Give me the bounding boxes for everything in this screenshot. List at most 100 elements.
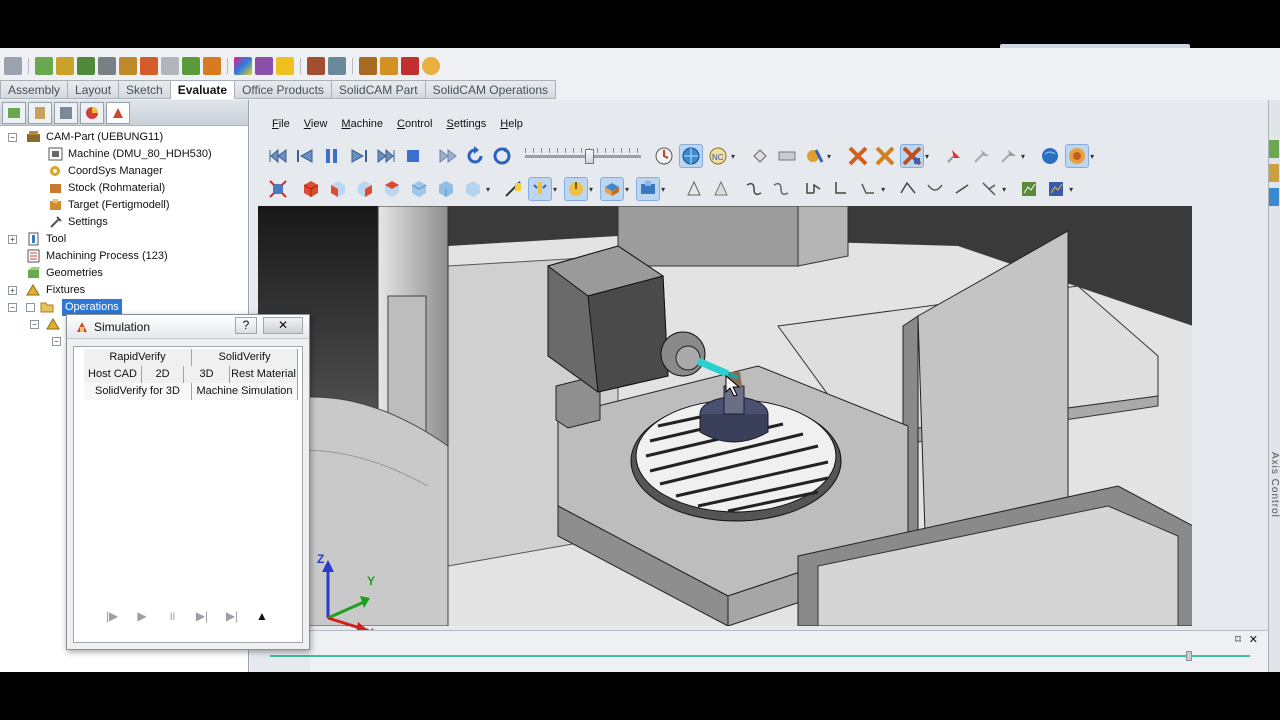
tab-solidcam-part[interactable]: SolidCAM Part bbox=[331, 80, 426, 99]
cone-alt-icon[interactable] bbox=[709, 177, 733, 201]
menu-control[interactable]: Control bbox=[397, 118, 432, 130]
wire-c-icon[interactable] bbox=[977, 177, 1001, 201]
progress-knob[interactable] bbox=[1186, 651, 1192, 661]
tab-rapidverify[interactable]: RapidVerify bbox=[84, 349, 192, 366]
collapse-toggle[interactable]: − bbox=[8, 133, 17, 142]
flag-icon[interactable] bbox=[969, 144, 993, 168]
collapse-toggle[interactable]: − bbox=[52, 337, 61, 346]
measure-chart-icon[interactable] bbox=[1017, 177, 1041, 201]
tab-office-products[interactable]: Office Products bbox=[235, 80, 332, 99]
earth-icon[interactable] bbox=[1038, 144, 1062, 168]
tools-icon[interactable] bbox=[802, 144, 826, 168]
view-bottom-icon[interactable] bbox=[461, 177, 485, 201]
tree-item-stock[interactable]: Stock (Rohmaterial) bbox=[0, 180, 248, 197]
menu-help[interactable]: Help bbox=[500, 118, 523, 130]
appearance-tab[interactable] bbox=[80, 101, 104, 124]
tree-item-machine[interactable]: Machine (DMU_80_HDH530) bbox=[0, 146, 248, 163]
options-icon[interactable] bbox=[4, 57, 22, 75]
clock-icon[interactable] bbox=[652, 144, 676, 168]
configuration-manager-tab[interactable] bbox=[54, 101, 78, 124]
globe-icon[interactable] bbox=[679, 144, 703, 168]
nc-icon[interactable]: NC bbox=[706, 144, 730, 168]
tab-rest-material[interactable]: Rest Material bbox=[230, 366, 298, 383]
axes-view-icon[interactable] bbox=[266, 177, 290, 201]
step-back-icon[interactable]: |▶ bbox=[104, 609, 120, 623]
pause-icon[interactable]: ॥ bbox=[164, 607, 180, 624]
costing-icon[interactable] bbox=[422, 57, 440, 75]
wire-alt-icon[interactable] bbox=[923, 177, 947, 201]
stock-display-icon[interactable] bbox=[600, 177, 625, 201]
solidcam-manager-tab[interactable] bbox=[106, 101, 130, 124]
collision-check-icon[interactable] bbox=[873, 144, 897, 168]
menu-machine[interactable]: Machine bbox=[341, 118, 383, 130]
collapse-toggle[interactable]: − bbox=[8, 303, 17, 312]
step-forward-icon[interactable]: ▶| bbox=[194, 609, 210, 623]
report-icon[interactable] bbox=[1044, 177, 1068, 201]
checkbox[interactable] bbox=[26, 303, 35, 312]
end-icon[interactable]: ▶| bbox=[224, 609, 240, 623]
holder-shape-icon[interactable] bbox=[802, 177, 826, 201]
view-front-icon[interactable] bbox=[326, 177, 350, 201]
speed-slider[interactable] bbox=[525, 145, 641, 167]
view-top-icon[interactable] bbox=[353, 177, 377, 201]
fast-forward-end-icon[interactable] bbox=[374, 144, 398, 168]
task-pane-icon[interactable] bbox=[1269, 188, 1279, 206]
menu-settings[interactable]: Settings bbox=[446, 118, 486, 130]
tab-solidverify[interactable]: SolidVerify bbox=[192, 349, 298, 366]
stop-icon[interactable] bbox=[401, 144, 425, 168]
section-icon[interactable] bbox=[140, 57, 158, 75]
cone-icon[interactable] bbox=[682, 177, 706, 201]
close-icon[interactable]: ✕ bbox=[1249, 633, 1258, 646]
pause-icon[interactable] bbox=[320, 144, 344, 168]
step-forward-icon[interactable] bbox=[347, 144, 371, 168]
tab-evaluate[interactable]: Evaluate bbox=[170, 80, 236, 99]
tree-item-fixtures[interactable]: + Fixtures bbox=[0, 282, 248, 299]
tab-solidverify-3d[interactable]: SolidVerify for 3D bbox=[84, 383, 192, 400]
wire-b-icon[interactable] bbox=[950, 177, 974, 201]
eject-icon[interactable]: ▲ bbox=[254, 609, 270, 623]
help-button[interactable]: ? bbox=[235, 317, 257, 334]
tab-layout[interactable]: Layout bbox=[68, 80, 120, 99]
tree-item-cam-part[interactable]: − CAM-Part (UEBUNG11) bbox=[0, 129, 248, 146]
3d-viewport[interactable] bbox=[258, 206, 1192, 626]
interference-icon[interactable] bbox=[182, 57, 200, 75]
tree-item-geometries[interactable]: Geometries bbox=[0, 265, 248, 282]
tab-3d[interactable]: 3D bbox=[184, 366, 230, 383]
view-right-icon[interactable] bbox=[380, 177, 404, 201]
tab-2d[interactable]: 2D bbox=[142, 366, 184, 383]
curve-alt-icon[interactable] bbox=[769, 177, 793, 201]
grid-icon[interactable] bbox=[775, 144, 799, 168]
expand-toggle[interactable]: + bbox=[8, 286, 17, 295]
thickness-icon[interactable] bbox=[380, 57, 398, 75]
mate-icon[interactable] bbox=[56, 57, 74, 75]
tree-item-settings[interactable]: Settings bbox=[0, 214, 248, 231]
progress-track[interactable] bbox=[270, 655, 1250, 657]
tree-item-tool[interactable]: + Tool bbox=[0, 231, 248, 248]
feature-icon[interactable] bbox=[307, 57, 325, 75]
collapse-toggle[interactable]: − bbox=[30, 320, 39, 329]
flag-alt-icon[interactable] bbox=[996, 144, 1020, 168]
tool-display-icon[interactable] bbox=[528, 177, 553, 201]
curvature-icon[interactable] bbox=[234, 57, 252, 75]
component-icon[interactable] bbox=[77, 57, 95, 75]
fast-forward-icon[interactable] bbox=[436, 144, 460, 168]
holder-shape-alt-icon[interactable] bbox=[829, 177, 853, 201]
geometry-analysis-icon[interactable] bbox=[328, 57, 346, 75]
clearance-icon[interactable] bbox=[203, 57, 221, 75]
tab-host-cad[interactable]: Host CAD bbox=[84, 366, 142, 383]
draft-icon[interactable] bbox=[359, 57, 377, 75]
menu-file[interactable]: File bbox=[272, 118, 290, 130]
pin-icon[interactable] bbox=[942, 144, 966, 168]
assembly-icon[interactable] bbox=[35, 57, 53, 75]
view-iso-red-icon[interactable] bbox=[299, 177, 323, 201]
holder-icon[interactable] bbox=[564, 177, 589, 201]
tree-item-target[interactable]: Target (Fertigmodell) bbox=[0, 197, 248, 214]
play-icon[interactable]: ▶ bbox=[134, 609, 150, 623]
slider-thumb[interactable] bbox=[585, 149, 594, 164]
view-back-icon[interactable] bbox=[407, 177, 431, 201]
holder-shape-b-icon[interactable] bbox=[856, 177, 880, 201]
menu-view[interactable]: View bbox=[304, 118, 328, 130]
warning-icon[interactable] bbox=[276, 57, 294, 75]
symmetry-icon[interactable] bbox=[401, 57, 419, 75]
task-pane-icon[interactable] bbox=[1269, 164, 1279, 182]
